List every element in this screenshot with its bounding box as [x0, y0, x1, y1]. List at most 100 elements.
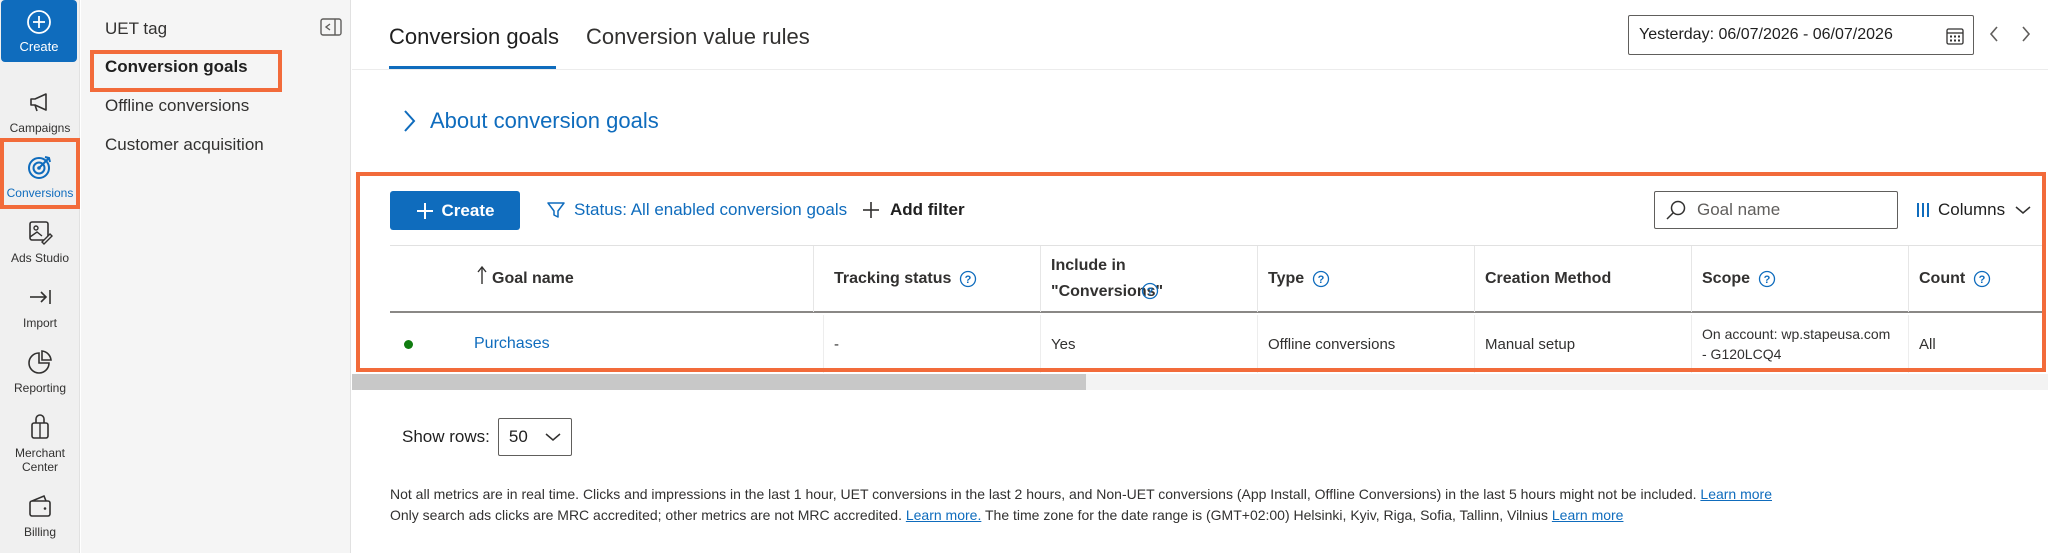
show-rows-control: Show rows: 50 [402, 418, 572, 456]
count-cell: All [1919, 335, 1936, 353]
rail-item-campaigns[interactable]: Campaigns [2, 80, 78, 142]
type-cell: Offline conversions [1258, 315, 1475, 373]
chevron-right-icon[interactable] [2018, 23, 2034, 45]
columns-button[interactable]: Columns [1916, 200, 2031, 220]
sort-arrow-up-icon [477, 265, 487, 284]
chevron-left-icon[interactable] [1986, 23, 2002, 45]
help-icon[interactable]: ? [1141, 282, 1159, 300]
goal-name-search[interactable] [1654, 191, 1898, 229]
rail-create-button[interactable]: Create [1, 0, 77, 62]
create-goal-label: Create [441, 200, 495, 220]
rail-item-label: Conversions [6, 186, 74, 200]
scope-cell: On account: wp.stapeusa.com - G120LCQ4 [1692, 315, 1909, 373]
chevron-right-icon [404, 110, 416, 132]
status-cell [390, 315, 466, 373]
rail-item-ads-studio[interactable]: Ads Studio [2, 210, 78, 272]
date-range-picker[interactable]: Yesterday: 06/07/2026 - 06/07/2026 [1628, 15, 1974, 55]
scope-line-1: On account: wp.stapeusa.com [1702, 326, 1891, 342]
rows-per-page-select[interactable]: 50 [497, 418, 572, 456]
svg-text:?: ? [1147, 286, 1154, 298]
about-conversion-goals-toggle[interactable]: About conversion goals [402, 108, 659, 134]
header-tracking-status[interactable]: Tracking status ? [824, 246, 1041, 312]
learn-more-link[interactable]: Learn more [1552, 507, 1624, 523]
chevron-down-icon [2015, 206, 2031, 214]
header-scope-label: Scope [1702, 270, 1751, 287]
subnav-item-offline-conversions[interactable]: Offline conversions [105, 96, 249, 116]
rail-item-merchant-center[interactable]: Merchant Center [2, 405, 78, 477]
plus-icon [416, 202, 433, 219]
svg-text:?: ? [1764, 274, 1771, 286]
learn-more-link[interactable]: Learn more [1700, 486, 1772, 502]
header-status-column [390, 246, 466, 312]
image-edit-icon [29, 221, 53, 245]
header-count[interactable]: Count ? [1909, 246, 2044, 312]
header-scope[interactable]: Scope ? [1692, 246, 1909, 312]
goal-name-search-input[interactable] [1695, 199, 1885, 221]
pie-chart-icon [28, 350, 52, 374]
help-icon[interactable]: ? [1758, 270, 1776, 288]
filter-funnel-icon [547, 202, 565, 218]
status-filter-button[interactable]: Status: All enabled conversion goals [546, 200, 847, 220]
secondary-nav: UET tag Conversion goals Offline convers… [81, 0, 351, 553]
rail-item-reporting[interactable]: Reporting [2, 340, 78, 402]
add-filter-label: Add filter [890, 200, 965, 219]
help-icon[interactable]: ? [1312, 270, 1330, 288]
header-type[interactable]: Type ? [1258, 246, 1475, 312]
table-row[interactable]: Purchases - Yes Offline conversions Manu… [390, 315, 2044, 373]
rail-item-conversions[interactable]: Conversions [2, 145, 78, 207]
collapse-panel-icon[interactable] [320, 18, 342, 36]
plus-icon [863, 202, 879, 218]
megaphone-icon [30, 93, 47, 112]
header-goal-name-label: Goal name [492, 270, 574, 287]
creation-method-cell: Manual setup [1475, 315, 1692, 373]
about-conversion-goals-label: About conversion goals [430, 108, 659, 133]
footnote-line-2: Only search ads clicks are MRC accredite… [390, 505, 2030, 526]
tab-conversion-value-rules[interactable]: Conversion value rules [586, 24, 810, 50]
columns-label: Columns [1938, 200, 2006, 219]
rail-item-label: Merchant Center [14, 446, 66, 474]
horizontal-scrollbar[interactable] [352, 374, 2048, 390]
tracking-status-cell: - [824, 315, 1041, 373]
header-creation-method[interactable]: Creation Method [1475, 246, 1692, 312]
help-icon[interactable]: ? [1973, 270, 1991, 288]
tab-conversion-goals[interactable]: Conversion goals [389, 24, 559, 50]
header-include-in-conversions[interactable]: Include in "Conversions" ? [1041, 246, 1258, 312]
import-arrow-icon [30, 290, 51, 304]
shopping-bag-icon [31, 414, 49, 439]
footnote-text-2a: Only search ads clicks are MRC accredite… [390, 507, 902, 523]
svg-text:?: ? [965, 274, 972, 286]
rail-item-billing[interactable]: Billing [2, 484, 78, 546]
rail-create-label: Create [19, 38, 59, 54]
rail-item-import[interactable]: Import [2, 275, 78, 337]
tabs-bar: Conversion goals Conversion value rules … [352, 0, 2048, 70]
columns-icon [1917, 203, 1929, 217]
footnote-line-1: Not all metrics are in real time. Clicks… [390, 484, 2030, 505]
rail-item-label: Ads Studio [10, 251, 70, 265]
header-count-label: Count [1919, 270, 1966, 287]
status-enabled-dot [404, 340, 413, 349]
create-goal-button[interactable]: Create [390, 191, 520, 230]
goal-name-link[interactable]: Purchases [466, 315, 824, 373]
subnav-item-uet-tag[interactable]: UET tag [105, 19, 167, 39]
show-rows-label: Show rows: [402, 427, 490, 446]
scrollbar-thumb[interactable] [352, 374, 1086, 390]
status-filter-label: Status: All enabled conversion goals [574, 200, 848, 219]
calendar-icon [1946, 28, 1964, 45]
footnote-text-1: Not all metrics are in real time. Clicks… [390, 486, 1697, 502]
subnav-item-conversion-goals[interactable]: Conversion goals [105, 57, 248, 77]
svg-text:?: ? [1318, 274, 1325, 286]
rail-item-label: Campaigns [9, 121, 71, 135]
help-icon[interactable]: ? [959, 270, 977, 288]
left-rail: Create Campaigns Conversions Ads Studio [0, 0, 80, 553]
subnav-item-customer-acquisition[interactable]: Customer acquisition [105, 135, 264, 155]
rail-item-label: Import [22, 316, 57, 330]
footnote-text-2b: The time zone for the date range is (GMT… [984, 507, 1548, 523]
target-icon [28, 156, 51, 179]
active-tab-indicator [389, 66, 556, 69]
metrics-footnote: Not all metrics are in real time. Clicks… [390, 484, 2030, 526]
header-goal-name[interactable]: Goal name [466, 246, 814, 312]
table-header: Goal name Tracking status ? Include in "… [390, 245, 2044, 313]
plus-circle-icon [27, 9, 51, 34]
add-filter-button[interactable]: Add filter [862, 200, 965, 220]
learn-more-link[interactable]: Learn more. [906, 507, 981, 523]
